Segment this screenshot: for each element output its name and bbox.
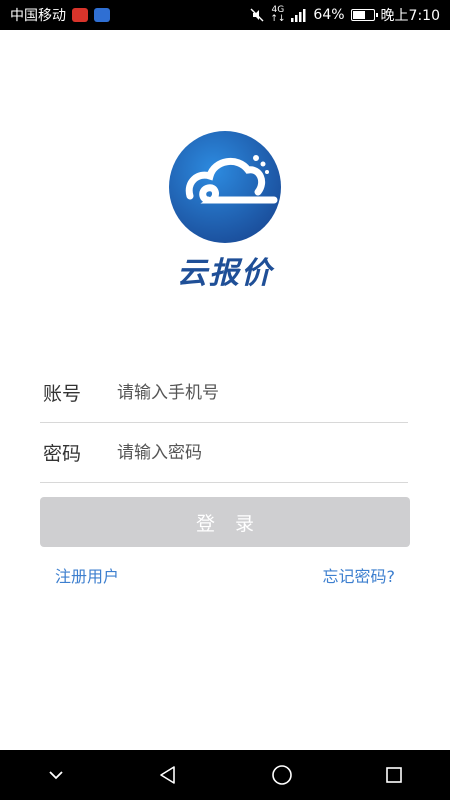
home-circle-icon[interactable] [271,764,293,786]
forgot-password-link[interactable]: 忘记密码? [323,563,396,587]
network-type: 4G ↑↓ [270,5,286,24]
login-button[interactable]: 登录 [40,497,410,547]
video-notification-icon [72,8,88,22]
status-bar-left: 中国移动 [10,5,110,25]
account-label: 账号 [43,383,82,405]
register-link[interactable]: 注册用户 [55,563,119,587]
password-row: 密码 [40,423,408,483]
recents-square-icon[interactable] [384,765,404,785]
battery-fill [352,11,366,19]
battery-icon [350,9,378,21]
shield-notification-icon [94,8,110,22]
brand-name: 云报价 [177,256,273,291]
carrier-name: 中国移动 [10,8,66,24]
mute-icon [250,8,264,22]
login-form: 账号 密码 [40,363,408,483]
signal-icon [291,8,306,22]
battery-percent: 64% [313,7,345,23]
account-row: 账号 [40,363,408,423]
account-input[interactable] [115,381,408,404]
status-bar-right: 4G ↑↓ 64% 晚上7:10 [250,5,440,25]
cloud-logo-icon [169,131,281,243]
app-logo: 云报价 [0,130,450,292]
status-bar: 中国移动 4G ↑↓ 64% 晚上7:10 [0,0,450,30]
back-triangle-icon[interactable] [157,764,179,786]
system-nav-bar [0,750,450,800]
password-label: 密码 [43,443,82,465]
password-input[interactable] [115,441,408,464]
chevron-down-icon[interactable] [46,765,66,785]
clock: 晚上7:10 [380,8,440,24]
